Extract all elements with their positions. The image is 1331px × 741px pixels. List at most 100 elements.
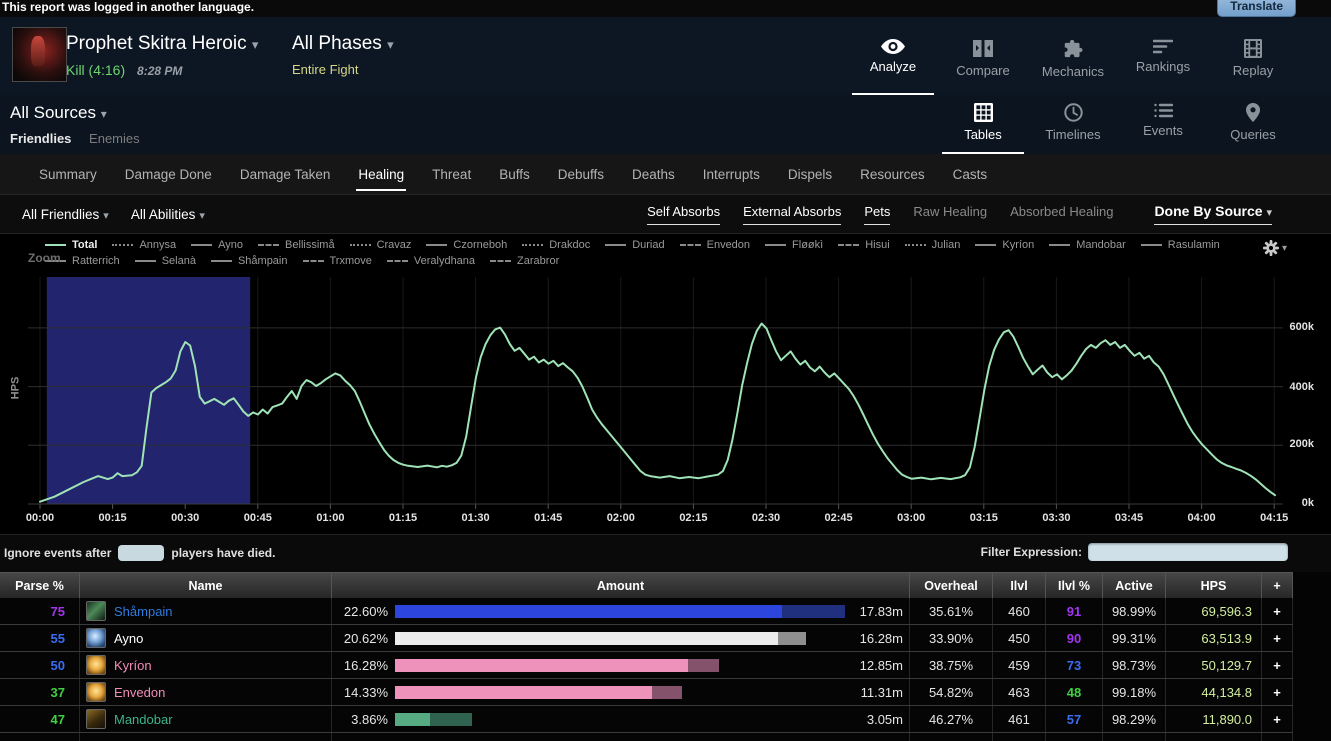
toggle-pets[interactable]: Pets (864, 204, 890, 225)
tab-interrupts[interactable]: Interrupts (689, 154, 774, 194)
parse-percent[interactable]: 55 (0, 625, 80, 651)
done-by-source-dropdown[interactable]: Done By Source ▾ (1154, 203, 1272, 225)
column-header-hps[interactable]: HPS (1166, 573, 1262, 598)
column-header-amount[interactable]: Amount (332, 573, 910, 598)
translate-button[interactable]: Translate (1217, 0, 1296, 17)
legend-item-cravaz[interactable]: Cravaz (350, 238, 412, 252)
tab-damage-done[interactable]: Damage Done (111, 154, 226, 194)
player-name[interactable]: Mandobar (114, 712, 173, 727)
player-name[interactable]: Kyríon (114, 658, 152, 673)
toggle-self-absorbs[interactable]: Self Absorbs (647, 204, 720, 225)
view-nav-tables[interactable]: Tables (938, 95, 1028, 154)
parse-percent[interactable]: 75 (0, 598, 80, 624)
toggle-external-absorbs[interactable]: External Absorbs (743, 204, 841, 225)
legend-item-sh-mpain[interactable]: Shåmpain (211, 254, 288, 268)
expand-row-button[interactable]: + (1262, 598, 1293, 624)
legend-item-trxmove[interactable]: Trxmove (303, 254, 372, 268)
legend-item-total[interactable]: Total (45, 238, 97, 252)
column-header-active[interactable]: Active (1103, 573, 1166, 598)
parse-percent[interactable]: 47 (0, 706, 80, 732)
legend-item-bellissim-[interactable]: Bellissimå (258, 238, 335, 252)
legend-item-julian[interactable]: Julian (905, 238, 961, 252)
ilvl-percent[interactable]: 90 (1046, 625, 1103, 651)
expand-row-button[interactable]: + (1262, 625, 1293, 651)
chart-plot[interactable] (0, 234, 1331, 536)
parse-percent[interactable]: 37 (0, 679, 80, 705)
legend-item-selan-[interactable]: Selanà (135, 254, 196, 268)
ilvl-percent[interactable]: 91 (1046, 598, 1103, 624)
legend-line-icon (680, 244, 701, 246)
column-header-parse-[interactable]: Parse % (0, 573, 80, 598)
toggle-raw-healing[interactable]: Raw Healing (913, 204, 987, 225)
player-name[interactable]: Envedon (114, 685, 165, 700)
player-name[interactable]: Ayno (114, 631, 143, 646)
view-nav-events[interactable]: Events (1118, 95, 1208, 154)
boss-portrait[interactable] (12, 27, 67, 82)
filter-dropdowns: All Friendlies▾ All Abilities▾ (0, 207, 205, 222)
table-body: 75Shåmpain22.60%17.83m35.61%4609198.99%6… (0, 598, 1293, 741)
tab-summary[interactable]: Summary (25, 154, 111, 194)
pin-icon (1246, 103, 1260, 122)
chart-settings[interactable]: ▾ (1263, 240, 1287, 256)
tab-casts[interactable]: Casts (939, 154, 1002, 194)
top-nav-mechanics[interactable]: Mechanics (1028, 17, 1118, 95)
parse-percent[interactable]: 50 (0, 652, 80, 678)
expand-row-button[interactable]: + (1262, 706, 1293, 732)
column-header-ilvl[interactable]: Ilvl (993, 573, 1046, 598)
legend-item-ayno[interactable]: Ayno (191, 238, 243, 252)
column-header-ilvl-[interactable]: Ilvl % (1046, 573, 1103, 598)
expand-row-button[interactable]: + (1262, 679, 1293, 705)
dropdown-all-abilities[interactable]: All Abilities▾ (131, 207, 205, 222)
toggle-absorbed-healing[interactable]: Absorbed Healing (1010, 204, 1113, 225)
expand-row-button[interactable]: + (1262, 652, 1293, 678)
top-nav-compare[interactable]: Compare (938, 17, 1028, 95)
legend-line-icon (522, 244, 543, 246)
friendlies-toggle[interactable]: Friendlies (10, 131, 71, 146)
legend-item-envedon[interactable]: Envedon (680, 238, 750, 252)
column-header-name[interactable]: Name (80, 573, 332, 598)
tab-resources[interactable]: Resources (846, 154, 939, 194)
boss-title-dropdown[interactable]: Prophet Skitra Heroic ▾ (66, 33, 258, 55)
legend-item-zarabror[interactable]: Zarabror (490, 254, 559, 268)
legend-item-veralydhana[interactable]: Veralydhana (387, 254, 475, 268)
amount-percent: 14.33% (332, 685, 388, 700)
legend-item-drakdoc[interactable]: Drakdoc (522, 238, 590, 252)
legend-item-kyr-on[interactable]: Kyríon (975, 238, 1034, 252)
column-header-overheal[interactable]: Overheal (910, 573, 993, 598)
tab-deaths[interactable]: Deaths (618, 154, 689, 194)
legend-item-annysa[interactable]: Annysa (112, 238, 176, 252)
sources-dropdown[interactable]: All Sources ▾ (10, 103, 107, 123)
top-nav-analyze[interactable]: Analyze (848, 17, 938, 95)
top-nav-replay[interactable]: Replay (1208, 17, 1298, 95)
legend-item-mandobar[interactable]: Mandobar (1049, 238, 1126, 252)
tab-dispels[interactable]: Dispels (774, 154, 846, 194)
player-name[interactable]: Shåmpain (114, 604, 173, 619)
view-nav-timelines[interactable]: Timelines (1028, 95, 1118, 154)
ilvl-percent[interactable]: 57 (1046, 706, 1103, 732)
enemies-toggle[interactable]: Enemies (89, 131, 140, 146)
top-nav-rankings[interactable]: Rankings (1118, 17, 1208, 95)
amount-value: 17.83m (860, 604, 903, 619)
view-nav-queries[interactable]: Queries (1208, 95, 1298, 154)
legend-item-duriad[interactable]: Duriad (605, 238, 664, 252)
phase-dropdown[interactable]: All Phases ▾ (292, 33, 394, 55)
tab-buffs[interactable]: Buffs (485, 154, 544, 194)
table-row-envedon: 37Envedon14.33%11.31m54.82%4634899.18%44… (0, 679, 1293, 706)
legend-item-czorneboh[interactable]: Czorneboh (426, 238, 507, 252)
warcraft-logs-page: This report was logged in another langua… (0, 0, 1331, 741)
legend-item-rasulamin[interactable]: Rasulamin (1141, 238, 1220, 252)
legend-item-hisui[interactable]: Hisui (838, 238, 889, 252)
legend-item-fl-k-[interactable]: Fløøkì (765, 238, 823, 252)
column-header-plus[interactable]: + (1262, 573, 1293, 598)
dropdown-all-friendlies[interactable]: All Friendlies▾ (22, 207, 109, 222)
deaths-count-input[interactable] (118, 545, 164, 561)
filter-expression-input[interactable] (1088, 543, 1288, 561)
tab-threat[interactable]: Threat (418, 154, 485, 194)
tab-healing[interactable]: Healing (344, 154, 418, 194)
ilvl-percent[interactable]: 73 (1046, 652, 1103, 678)
tab-debuffs[interactable]: Debuffs (544, 154, 618, 194)
tab-damage-taken[interactable]: Damage Taken (226, 154, 345, 194)
x-tick-02-45: 02:45 (816, 512, 862, 524)
legend-label: Envedon (707, 239, 750, 251)
ilvl-percent[interactable]: 48 (1046, 679, 1103, 705)
